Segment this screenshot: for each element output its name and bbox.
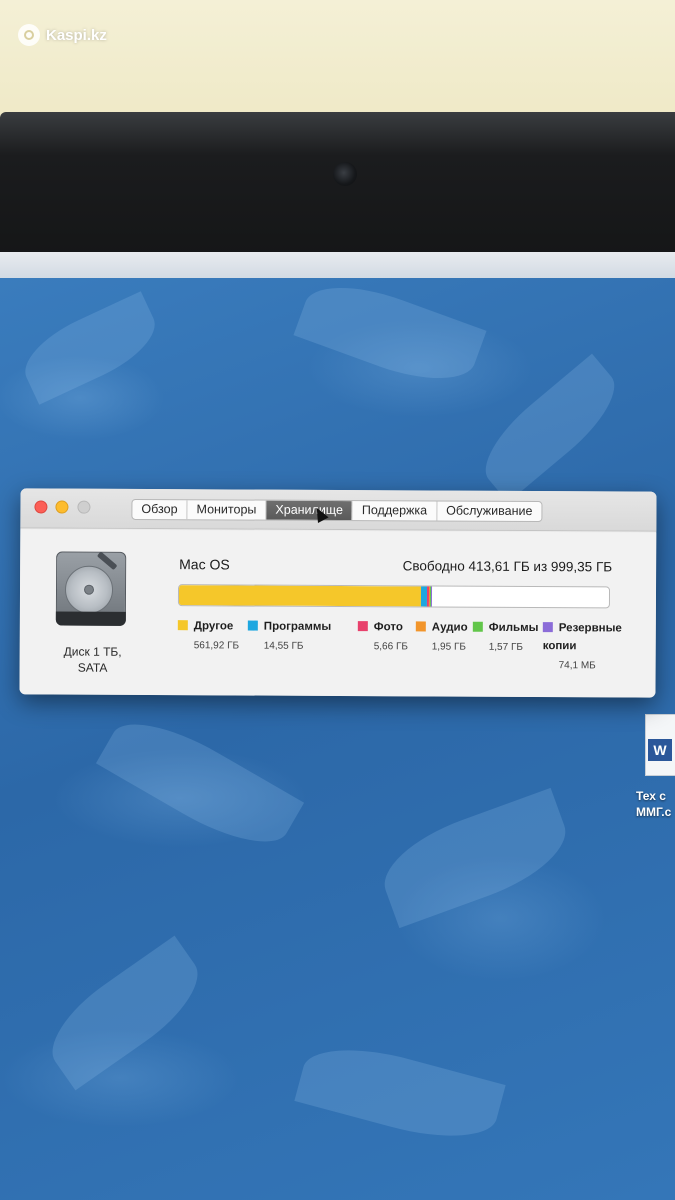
legend-swatch [542, 622, 553, 633]
tab-displays[interactable]: Мониторы [187, 500, 267, 520]
legend-item: Фото 5,66 ГБ [357, 617, 408, 653]
close-button[interactable] [34, 500, 48, 514]
legend-item: Программы 14,55 ГБ [247, 617, 332, 652]
wallpaper-leaf [293, 278, 487, 397]
file-label-line1: Тех с [636, 789, 666, 803]
wallpaper-leaf [372, 787, 578, 929]
legend-name: Программы [263, 620, 332, 633]
desktop-file-label[interactable]: Тех с ММГ.с [636, 788, 675, 820]
webcam [333, 162, 357, 186]
wallpaper-leaf [35, 935, 215, 1091]
desktop-wallpaper [0, 278, 675, 1200]
legend-size: 5,66 ГБ [373, 641, 408, 653]
wallpaper-leaf [294, 1033, 506, 1153]
legend-name: Другое [193, 620, 234, 633]
legend-name: Аудио [431, 621, 468, 634]
free-space-text: Свободно 413,61 ГБ из 999,35 ГБ [402, 558, 613, 575]
legend-swatch [472, 621, 483, 632]
kaspi-logo-icon [18, 24, 40, 46]
legend-size: 74,1 МБ [558, 660, 596, 672]
legend-size: 1,57 ГБ [488, 641, 523, 653]
zoom-button[interactable] [77, 500, 91, 514]
minimize-button[interactable] [55, 500, 69, 514]
legend-item: Резервные копии 74,1 МБ [543, 618, 648, 672]
usage-segment-0 [178, 585, 421, 607]
kaspi-watermark: Kaspi.kz [18, 24, 107, 46]
wallpaper-leaf [469, 353, 631, 503]
disk-name: Диск 1 ТБ, SATA [44, 643, 142, 676]
legend-size: 1,95 ГБ [431, 641, 466, 653]
legend-item: Другое 561,92 ГБ [177, 616, 240, 652]
wall-background [0, 0, 675, 125]
word-document-icon[interactable]: W [645, 714, 675, 776]
hard-drive-icon [55, 551, 127, 630]
storage-usage-bar[interactable] [177, 584, 611, 609]
usage-segment-5 [431, 586, 433, 607]
legend-swatch [415, 621, 426, 632]
tab-support[interactable]: Поддержка [352, 501, 438, 521]
storage-legend: Другое 561,92 ГБ Программы 14,55 ГБ Фото 5,66… [177, 616, 648, 671]
disk-name-line2: SATA [77, 660, 108, 675]
file-label-line2: ММГ.с [636, 805, 672, 819]
legend-swatch [177, 620, 188, 631]
tab-bar: Обзор Мониторы Хранилище Поддержка Обслу… [131, 498, 543, 523]
legend-item: Аудио 1,95 ГБ [415, 617, 468, 653]
legend-item: Фильмы 1,57 ГБ [472, 618, 539, 653]
wallpaper-leaf [13, 291, 167, 405]
legend-name: Фильмы [488, 621, 539, 635]
storage-pane: Диск 1 ТБ, SATA Mac OS Свободно 413,61 Г… [19, 529, 657, 698]
title-bar: Обзор Мониторы Хранилище Поддержка Обслу… [20, 488, 657, 532]
legend-swatch [357, 621, 368, 632]
watermark-text: Kaspi.kz [46, 26, 107, 44]
legend-name: Фото [373, 621, 403, 634]
disk-name-line1: Диск 1 ТБ, [63, 644, 122, 659]
legend-name: Резервные копии [542, 622, 622, 653]
monitor-bezel [0, 112, 675, 257]
tab-overview[interactable]: Обзор [132, 499, 188, 520]
tab-service[interactable]: Обслуживание [437, 502, 541, 522]
legend-size: 561,92 ГБ [193, 640, 240, 652]
wallpaper-leaf [95, 702, 305, 864]
legend-swatch [247, 620, 258, 631]
about-this-mac-window: Обзор Мониторы Хранилище Поддержка Обслу… [19, 488, 657, 698]
tab-storage[interactable]: Хранилище [266, 500, 353, 521]
volume-name: Mac OS [179, 556, 230, 573]
legend-size: 14,55 ГБ [263, 640, 304, 652]
